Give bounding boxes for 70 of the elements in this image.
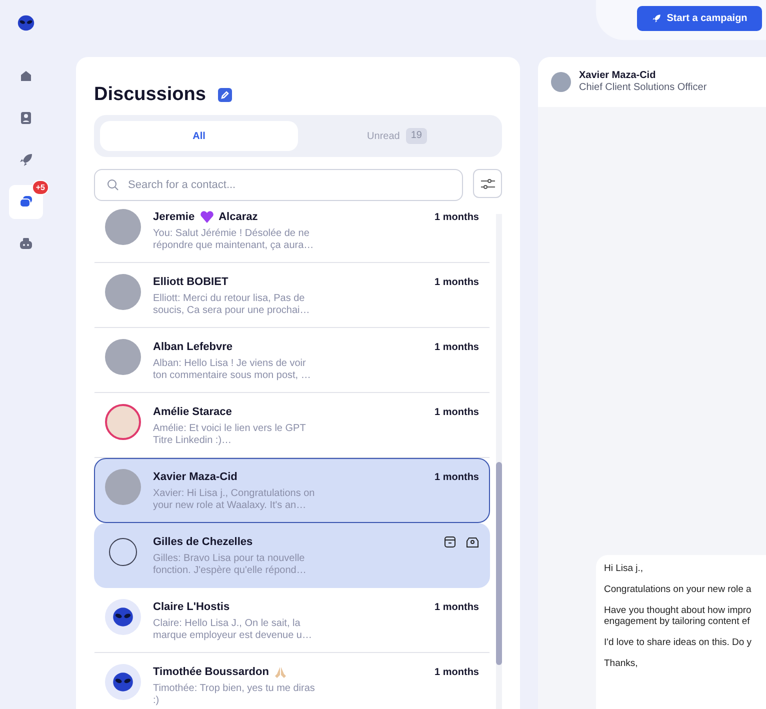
avatar-photo-placeholder — [551, 72, 571, 92]
contact-name: Gilles de Chezelles — [153, 534, 253, 550]
conversation-row[interactable]: Elliott BOBIET 1 months Elliott: Merci du retour lisa, Pas de soucis, Ca sera pour une prochai… — [94, 263, 490, 328]
message-time: 1 months — [434, 340, 479, 354]
praying-hands-icon — [274, 666, 287, 678]
contact-book-icon[interactable] — [20, 111, 32, 125]
select-checkbox[interactable] — [109, 538, 137, 566]
message-preview: Gilles: Bravo Lisa pour ta nouvelle fonction. J'espère qu'elle répond… — [153, 553, 308, 577]
filter-button[interactable] — [473, 169, 502, 198]
message-time: 1 months — [434, 210, 479, 224]
message-preview: Xavier: Hi Lisa j., Congratulations on your new role at Waalaxy. It's an… — [153, 488, 316, 512]
message-text: I'd love to share ideas on this. Do y — [604, 637, 753, 648]
message-preview: Elliott: Merci du retour lisa, Pas de soucis, Ca sera pour une prochai… — [153, 293, 311, 317]
contact-name: Claire L'Hostis — [153, 600, 230, 615]
message-text: Thanks, — [604, 658, 639, 669]
contact-name: Timothée Boussardon — [153, 664, 269, 680]
chat-bubbles-icon[interactable] — [19, 195, 33, 209]
conversation-row[interactable]: Jeremie Alcaraz 1 months You: Salut Jérémie ! Désolée de ne répondre que maintenant, ça aura… — [94, 206, 490, 263]
message-time: 1 months — [434, 470, 479, 484]
message-time: 1 months — [434, 406, 479, 420]
start-campaign-button[interactable]: Start a campaign — [637, 6, 762, 31]
contact-title: Chief Client Solutions Officer — [579, 82, 707, 94]
message-preview: You: Salut Jérémie ! Désolée de ne répondre que maintenant, ça aura… — [153, 228, 315, 252]
message-time: 1 months — [434, 666, 479, 680]
sliders-icon — [480, 178, 496, 190]
message-text: Have you thought about how impro engagement by tailoring content ef — [604, 605, 752, 627]
avatar-photo-placeholder — [105, 339, 141, 375]
message-time: 1 months — [434, 600, 479, 614]
tag-icon[interactable] — [466, 536, 479, 548]
message-preview: Alban: Hello Lisa ! Je viens de voir ton commentaire sous mon post, … — [153, 358, 312, 382]
archive-icon[interactable] — [444, 536, 456, 548]
scrollbar-thumb[interactable] — [496, 462, 502, 665]
alien-icon — [112, 606, 134, 628]
panel-title: Discussions — [94, 82, 206, 107]
edit-icon[interactable] — [218, 88, 232, 102]
contact-name: Alban Lefebvre — [153, 340, 232, 355]
avatar-photo-placeholder — [105, 209, 141, 245]
contact-name: Amélie Starace — [153, 404, 232, 420]
message-preview: Amélie: Et voici le lien vers le GPT Titre Linkedin :)… — [153, 423, 307, 447]
message-preview: Timothée: Trop bien, yes tu me diras :) — [153, 683, 316, 707]
robot-icon[interactable] — [19, 238, 33, 250]
home-icon[interactable] — [19, 69, 33, 83]
conversation-row[interactable]: Claire L'Hostis 1 months Claire: Hello Lisa J., On le sait, la marque employeur est devenue u… — [94, 588, 490, 653]
rocket-icon[interactable] — [19, 153, 33, 167]
avatar-photo-placeholder — [105, 469, 141, 505]
alien-icon — [112, 671, 134, 693]
conversation-row[interactable]: Gilles de Chezelles Gilles: Bravo Lisa pour ta nouvelle fonction. J'espère qu'elle répond… — [94, 523, 490, 588]
contact-name: Jeremie — [153, 210, 195, 225]
message-time: 1 months — [434, 276, 479, 290]
sidebar-item[interactable] — [9, 185, 43, 219]
alien-logo-icon — [17, 14, 35, 32]
avatar-photo-placeholder — [105, 274, 141, 310]
contact-name: Alcaraz — [218, 210, 258, 225]
unread-count: 19 — [406, 128, 427, 144]
contact-name: Xavier Maza-Cid — [579, 70, 657, 82]
contact-name: Xavier Maza-Cid — [153, 470, 238, 485]
message-preview: Claire: Hello Lisa J., On le sait, la marque employeur est devenue u… — [153, 618, 313, 642]
notification-badge: +5 — [32, 180, 49, 195]
conversation-row[interactable]: Alban Lefebvre 1 months Alban: Hello Lisa ! Je viens de voir ton commentaire sous mon post, … — [94, 328, 490, 393]
search-field[interactable]: Search for a contact... — [94, 169, 463, 201]
avatar-photo-placeholder — [105, 404, 141, 440]
conversation-row[interactable]: Timothée Boussardon 1 months Timothée: Trop bien, yes tu me diras :) — [94, 653, 490, 709]
conversation-row[interactable]: Xavier Maza-Cid 1 months Xavier: Hi Lisa j., Congratulations on your new role at Waalaxy. It's an… — [94, 458, 490, 523]
heart-icon — [200, 211, 214, 223]
message-text: Hi Lisa j., — [604, 563, 644, 574]
rocket-icon — [652, 14, 661, 23]
contact-name: Elliott BOBIET — [153, 274, 228, 290]
search-icon — [107, 179, 119, 191]
message-text: Congratulations on your new role a — [604, 584, 752, 595]
tab[interactable]: All — [100, 121, 298, 151]
